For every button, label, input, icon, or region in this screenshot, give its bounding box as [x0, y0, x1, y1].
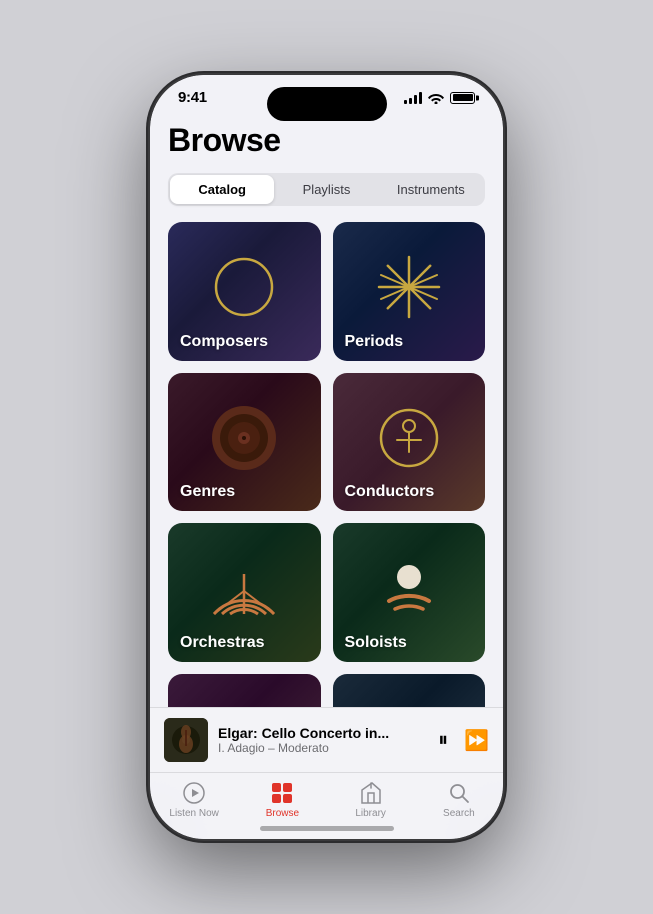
tab-search-label: Search: [443, 808, 475, 819]
page-title: Browse: [168, 122, 485, 159]
tab-instruments[interactable]: Instruments: [379, 175, 483, 204]
card-label-soloists: Soloists: [345, 634, 407, 652]
ensembles-art: [204, 699, 284, 707]
orchestras-art: [204, 549, 284, 629]
browse-icon: [270, 781, 294, 805]
status-time: 9:41: [178, 89, 207, 106]
mini-player[interactable]: Elgar: Cello Concerto in... I. Adagio – …: [150, 707, 503, 772]
tab-playlists[interactable]: Playlists: [274, 175, 378, 204]
catalog-card-conductors[interactable]: Conductors: [333, 373, 486, 512]
mini-player-info: Elgar: Cello Concerto in... I. Adagio – …: [218, 725, 428, 755]
wifi-icon: [428, 92, 444, 104]
status-icons: [404, 92, 475, 104]
soloists-art: [369, 549, 449, 629]
phone-frame: 9:41 Browse Catalog Play: [150, 75, 503, 839]
catalog-card-composers[interactable]: Composers: [168, 222, 321, 361]
periods-art: [369, 247, 449, 327]
catalog-grid: Composers: [168, 222, 485, 707]
tab-catalog[interactable]: Catalog: [170, 175, 274, 204]
tab-library[interactable]: Library: [327, 781, 415, 819]
listen-now-icon: [182, 781, 206, 805]
card-label-periods: Periods: [345, 333, 404, 351]
catalog-card-orchestras[interactable]: Orchestras: [168, 523, 321, 662]
tab-listen-now-label: Listen Now: [169, 808, 218, 819]
signal-icon: [404, 92, 422, 104]
tab-search[interactable]: Search: [415, 781, 503, 819]
mini-player-subtitle: I. Adagio – Moderato: [218, 741, 428, 755]
choirs-art: [369, 699, 449, 707]
screen: 9:41 Browse Catalog Play: [150, 75, 503, 839]
tab-browse-label: Browse: [266, 808, 299, 819]
battery-icon: [450, 92, 475, 104]
skip-forward-button[interactable]: ⏩: [464, 728, 489, 753]
library-icon: [359, 781, 383, 805]
card-label-conductors: Conductors: [345, 483, 435, 501]
pause-button[interactable]: ⏸: [438, 729, 448, 752]
mini-player-title: Elgar: Cello Concerto in...: [218, 725, 428, 741]
catalog-card-soloists[interactable]: Soloists: [333, 523, 486, 662]
card-label-composers: Composers: [180, 333, 268, 351]
search-icon: [447, 781, 471, 805]
composers-art: [204, 247, 284, 327]
tab-browse[interactable]: Browse: [238, 781, 326, 819]
mini-player-controls: ⏸ ⏩: [438, 728, 489, 753]
catalog-card-ensembles[interactable]: Ensembles: [168, 674, 321, 707]
main-content: Browse Catalog Playlists Instruments Com…: [150, 112, 503, 707]
genres-art: [204, 398, 284, 478]
dynamic-island: [267, 87, 387, 121]
catalog-card-genres[interactable]: Genres: [168, 373, 321, 512]
card-label-genres: Genres: [180, 483, 235, 501]
segment-control: Catalog Playlists Instruments: [168, 173, 485, 206]
home-indicator: [260, 826, 394, 831]
tab-library-label: Library: [355, 808, 386, 819]
catalog-card-periods[interactable]: Periods: [333, 222, 486, 361]
mini-player-artwork: [164, 718, 208, 762]
card-label-orchestras: Orchestras: [180, 634, 265, 652]
conductors-art: [369, 398, 449, 478]
catalog-card-choirs[interactable]: Choirs: [333, 674, 486, 707]
tab-listen-now[interactable]: Listen Now: [150, 781, 238, 819]
